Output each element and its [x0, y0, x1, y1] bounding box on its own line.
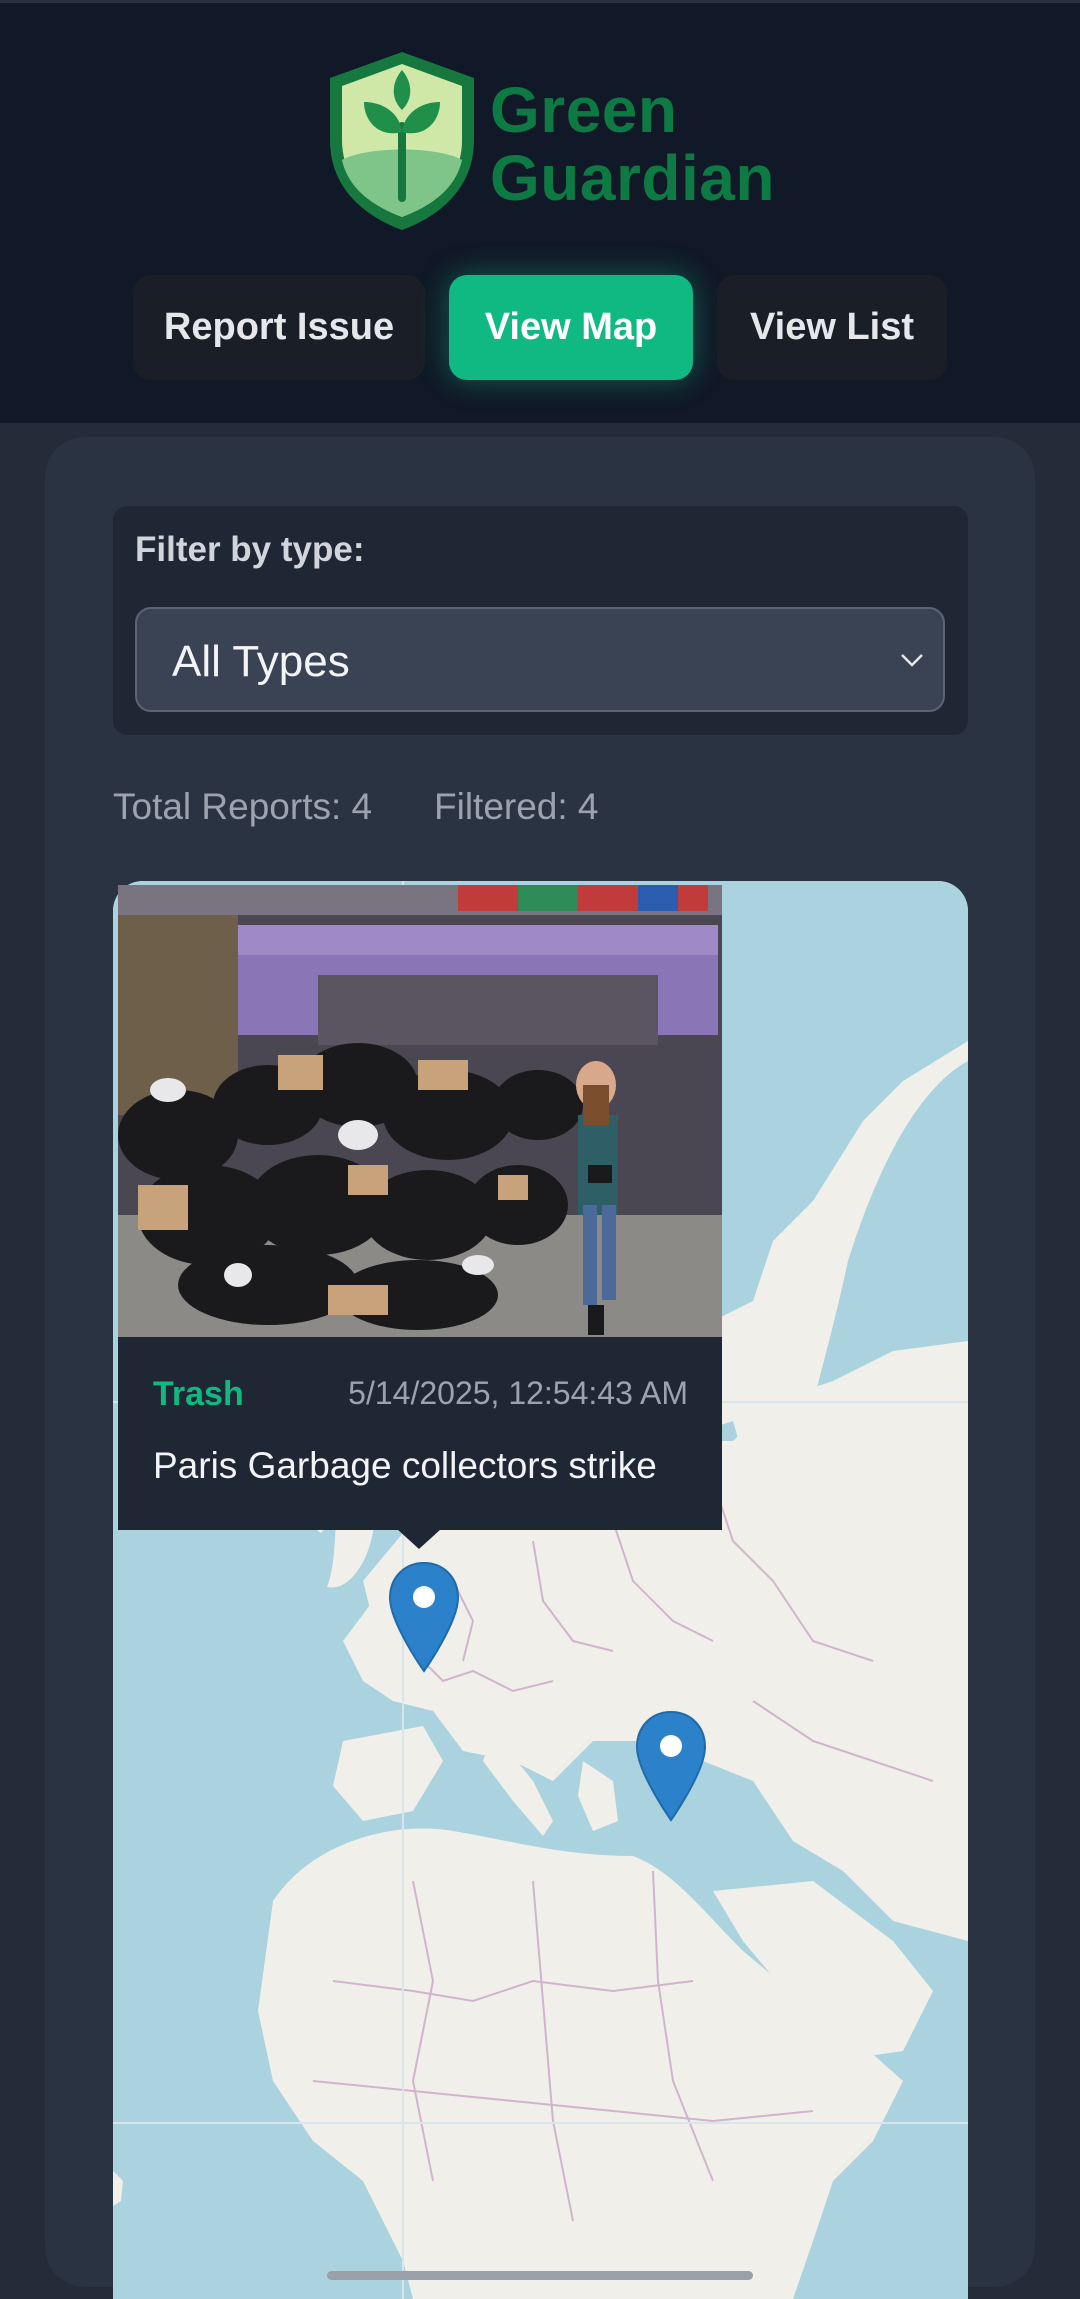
type-filter-value: All Types — [172, 637, 350, 686]
app-name-line2: Guardian — [490, 142, 775, 214]
shield-leaf-icon — [330, 52, 474, 230]
nav-view-map-button[interactable]: View Map — [449, 275, 693, 380]
nav-view-list-button[interactable]: View List — [717, 275, 947, 380]
report-popup[interactable]: Trash 5/14/2025, 12:54:43 AM Paris Garba… — [118, 1337, 722, 1530]
total-reports-count: Total Reports: 4 — [113, 786, 373, 827]
report-title: Paris Garbage collectors strike — [153, 1445, 657, 1486]
app-name: Green Guardian — [490, 76, 775, 212]
type-filter-select[interactable]: All Types — [135, 607, 945, 712]
home-indicator[interactable] — [327, 2271, 753, 2280]
map-marker-icon[interactable] — [635, 1710, 707, 1822]
report-timestamp: 5/14/2025, 12:54:43 AM — [348, 1375, 688, 1411]
app-logo[interactable]: Green Guardian — [322, 48, 774, 238]
report-photo — [118, 885, 722, 1337]
filter-label: Filter by type: — [135, 530, 365, 569]
report-type: Trash — [153, 1375, 244, 1413]
chevron-down-icon — [901, 654, 923, 667]
nav-report-issue-button[interactable]: Report Issue — [133, 275, 425, 380]
map-marker-icon[interactable] — [388, 1561, 460, 1673]
app-name-line1: Green — [490, 74, 678, 146]
garbage-photo-image — [118, 885, 722, 1337]
popup-tip — [397, 1529, 441, 1549]
filtered-reports-count: Filtered: 4 — [434, 786, 599, 827]
app-header: Green Guardian Report Issue View Map Vie… — [0, 0, 1080, 423]
